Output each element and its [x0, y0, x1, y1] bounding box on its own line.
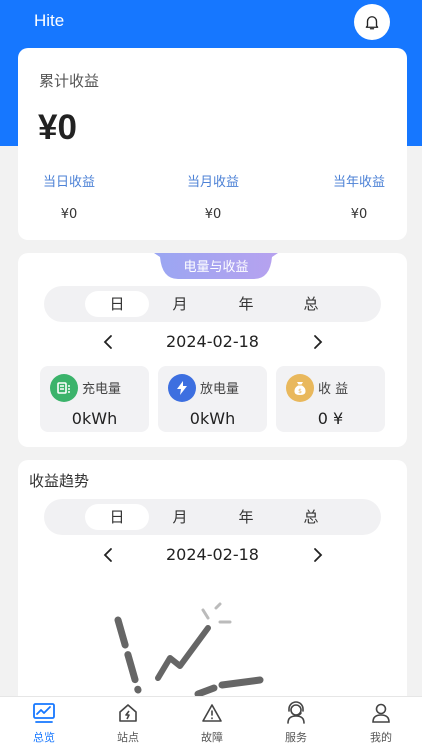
trend-date[interactable]: 2024-02-18 [18, 545, 407, 564]
metric-charge: 充电量 0kWh [40, 366, 149, 432]
trend-title: 收益趋势 [29, 472, 90, 490]
next-date-button[interactable] [306, 330, 330, 354]
stat-month-label: 当月收益 [186, 175, 239, 190]
stat-year-label: 当年收益 [332, 175, 385, 190]
chevron-right-icon [314, 335, 323, 349]
trend-date-row: 2024-02-18 [18, 543, 407, 567]
metric-revenue-label: 收 益 [318, 382, 349, 397]
tab-stations-label: 站点 [117, 731, 139, 744]
section-ribbon: 电量与收益 [154, 253, 278, 279]
stat-month-value: ¥0 [204, 207, 222, 222]
stat-year: 当年收益 ¥0 [309, 171, 409, 222]
support-agent-icon [287, 701, 305, 724]
metric-discharge: 放电量 0kWh [158, 366, 267, 432]
stat-month: 当月收益 ¥0 [163, 171, 263, 222]
bell-icon [365, 16, 379, 30]
svg-text:$: $ [298, 388, 302, 395]
energy-period-tabs: 日 月 年 总 [44, 286, 381, 322]
trend-period-tabs: 日 月 年 总 [44, 499, 381, 535]
tab-month[interactable]: 月 [148, 291, 212, 317]
metric-discharge-value: 0kWh [189, 409, 236, 428]
tab-service-label: 服务 [285, 731, 307, 744]
station-home-icon [119, 704, 137, 722]
money-bag-icon: $ [286, 374, 314, 402]
metric-discharge-label: 放电量 [200, 382, 240, 397]
stat-today-label: 当日收益 [42, 175, 95, 190]
empty-chart-illustration [114, 602, 264, 698]
tab-stations[interactable]: 站点 [98, 701, 158, 745]
app-header: Hite [0, 0, 422, 44]
energy-date[interactable]: 2024-02-18 [18, 332, 407, 351]
section-ribbon-label: 电量与收益 [183, 260, 249, 275]
stat-today-value: ¥0 [60, 207, 78, 222]
earnings-total: ¥0 [38, 108, 77, 147]
user-icon [372, 703, 390, 723]
stat-today: 当日收益 ¥0 [19, 171, 119, 222]
app-title: Hite [34, 11, 65, 30]
metric-revenue-value: 0 ¥ [317, 409, 344, 428]
tab-total[interactable]: 总 [279, 291, 343, 317]
energy-date-row: 2024-02-18 [18, 330, 407, 354]
tab-overview[interactable]: 总览 [14, 701, 74, 745]
trend-tab-year[interactable]: 年 [214, 504, 278, 530]
chevron-right-icon [314, 548, 323, 562]
energy-card: 电量与收益 日 月 年 总 2024-02-18 充电量 0kWh 放电量 0k… [18, 253, 407, 447]
tab-faults-label: 故障 [201, 731, 223, 744]
tab-profile[interactable]: 我的 [351, 701, 411, 745]
tab-overview-label: 总览 [33, 731, 55, 744]
tab-year[interactable]: 年 [214, 291, 278, 317]
warning-icon [202, 704, 222, 722]
battery-charge-icon [50, 374, 78, 402]
tab-profile-label: 我的 [370, 731, 392, 744]
earnings-title: 累计收益 [39, 72, 100, 90]
lightning-icon [168, 374, 196, 402]
notification-button[interactable] [354, 4, 390, 40]
trend-next-date-button[interactable] [306, 543, 330, 567]
metric-charge-value: 0kWh [71, 409, 118, 428]
metric-charge-label: 充电量 [82, 382, 122, 397]
trend-tab-month[interactable]: 月 [148, 504, 212, 530]
bottom-tab-bar: 总览 站点 故障 服务 我的 [0, 696, 422, 750]
earnings-card: 累计收益 ¥0 当日收益 ¥0 当月收益 ¥0 当年收益 ¥0 [18, 48, 407, 240]
dashboard-icon [33, 703, 55, 723]
tab-faults[interactable]: 故障 [182, 701, 242, 745]
trend-tab-total[interactable]: 总 [279, 504, 343, 530]
tab-service[interactable]: 服务 [266, 701, 326, 745]
trend-tab-day[interactable]: 日 [85, 504, 149, 530]
stat-year-value: ¥0 [350, 207, 368, 222]
tab-day[interactable]: 日 [85, 291, 149, 317]
metric-revenue: $ 收 益 0 ¥ [276, 366, 385, 432]
